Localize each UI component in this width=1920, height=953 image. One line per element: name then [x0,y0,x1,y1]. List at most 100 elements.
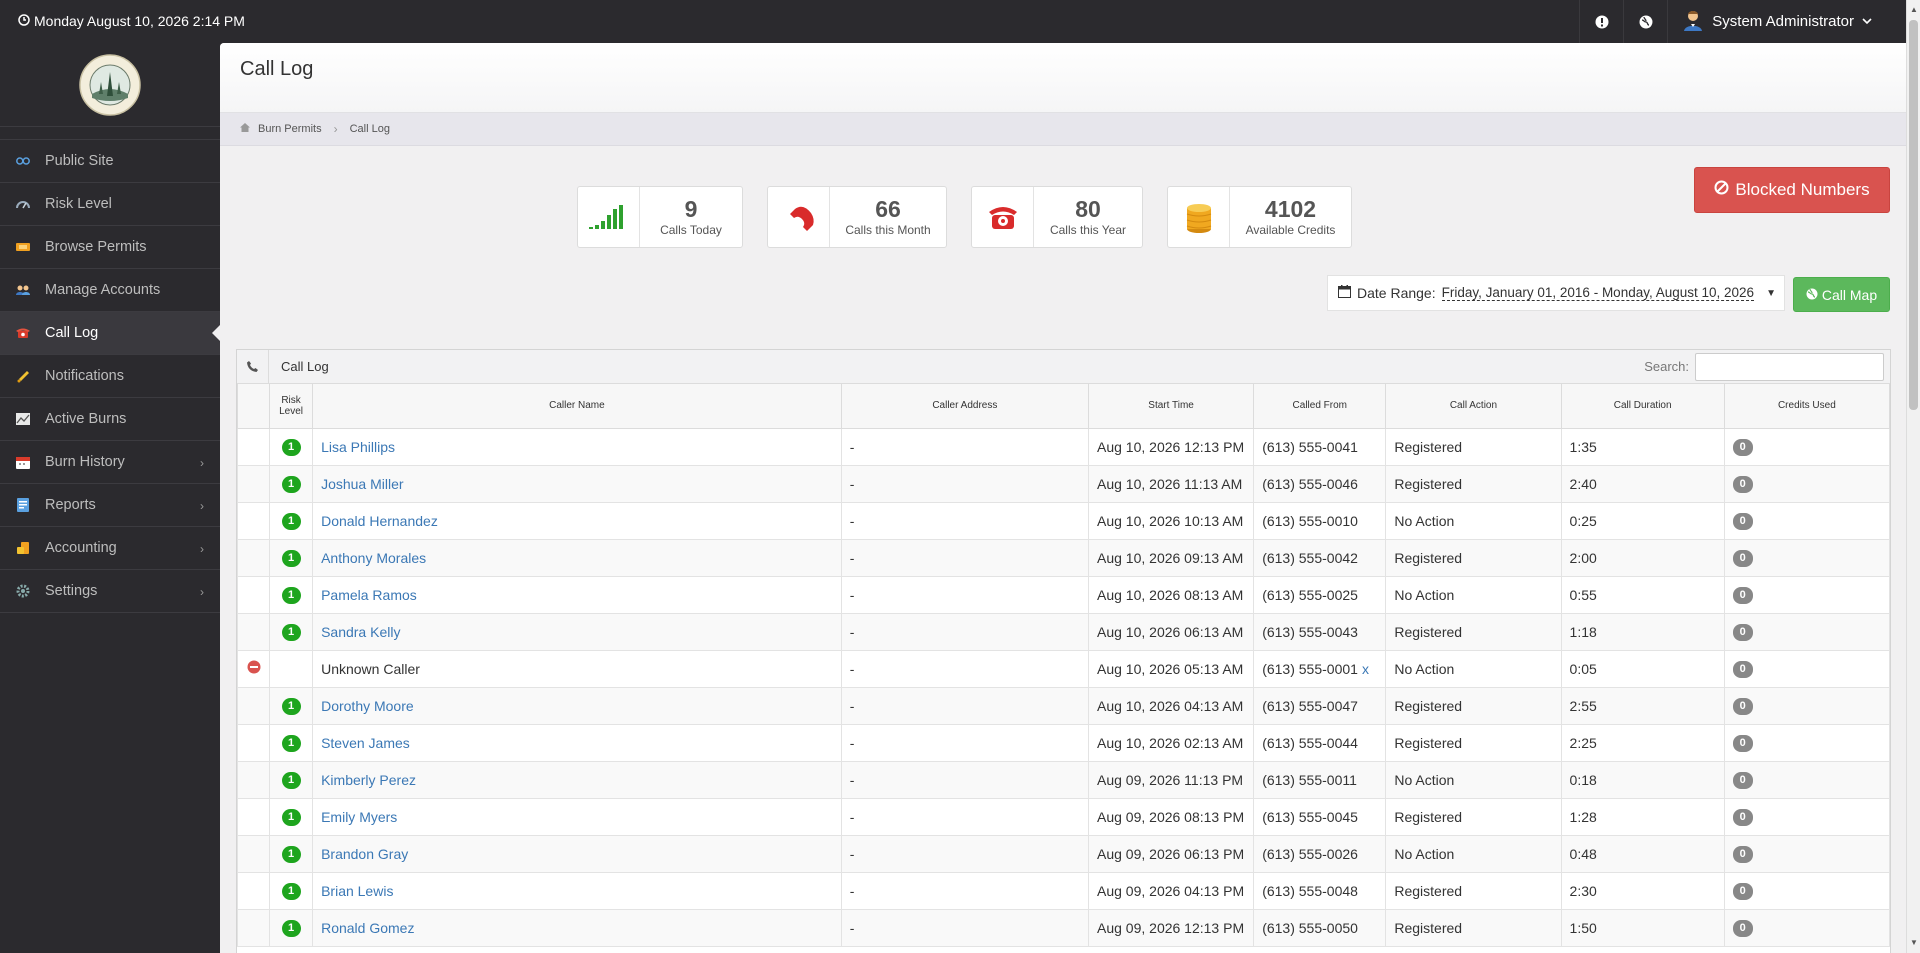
called-from-number: (613) 555-0025 [1262,586,1358,603]
table-row: 1 Ronald Gomez - Aug 09, 2026 12:13 PM (613)… [236,908,1891,947]
caller-name-link[interactable]: Steven James [321,735,410,751]
start-time-cell: Aug 10, 2026 02:13 AM [1087,723,1255,762]
scroll-down-icon[interactable]: ▼ [1907,935,1920,951]
sidebar-item-settings[interactable]: Settings › [0,570,220,613]
start-time-cell: Aug 10, 2026 12:13 PM [1087,427,1255,466]
credits-used-cell: 0 [1723,723,1891,762]
caller-name-link[interactable]: Pamela Ramos [321,587,417,603]
chevron-down-icon [1862,13,1872,30]
caller-name-link[interactable]: Sandra Kelly [321,624,400,640]
credits-used-cell: 0 [1723,427,1891,466]
page-title: Call Log [240,58,314,80]
stat-label: Available Credits [1245,223,1336,237]
risk-cell: 1 [269,723,314,762]
called-from-number: (613) 555-0048 [1262,882,1358,899]
call-duration-cell: 2:25 [1560,723,1725,762]
unblock-link[interactable]: x [1362,661,1369,677]
called-from-number: (613) 555-0047 [1262,697,1358,714]
sidebar-item-reports[interactable]: Reports › [0,484,220,527]
risk-cell: 1 [269,760,314,799]
blocked-caller-icon [247,660,261,677]
alert-icon[interactable] [1579,0,1623,43]
caller-name-link[interactable]: Ronald Gomez [321,920,414,936]
credits-used-cell: 0 [1723,908,1891,947]
column-header[interactable]: Risk Level [269,384,314,429]
blocked-numbers-button[interactable]: Blocked Numbers [1694,167,1890,213]
risk-cell: 1 [269,464,314,503]
phone-handset-icon [768,187,830,247]
date-range-picker[interactable]: Date Range: Friday, January 01, 2016 - M… [1327,275,1785,311]
sidebar-item-label: Active Burns [45,411,127,427]
sidebar-item-burn-history[interactable]: Burn History › [0,441,220,484]
table-row: 1 Donald Hernandez - Aug 10, 2026 10:13 AM (… [236,501,1891,540]
credits-used-cell: 0 [1723,871,1891,910]
caller-name-link[interactable]: Kimberly Perez [321,772,416,788]
table-row: 1 Dorothy Moore - Aug 10, 2026 04:13 AM (613… [236,686,1891,725]
caller-name-cell: Anthony Morales [312,538,842,577]
blocked-cell [236,723,271,762]
breadcrumb-burn-permits[interactable]: Burn Permits [258,123,322,135]
column-header[interactable]: Call Duration [1560,384,1725,429]
sidebar: Public Site Risk Level Browse Permits Ma… [0,43,220,953]
sidebar-item-risk-level[interactable]: Risk Level [0,183,220,226]
search-input[interactable] [1695,352,1884,381]
caller-address-cell: - [840,723,1090,762]
caller-name-link[interactable]: Donald Hernandez [321,513,438,529]
township-logo[interactable] [79,53,141,116]
date-range-value: Friday, January 01, 2016 - Monday, Augus… [1441,285,1755,301]
sidebar-item-active-burns[interactable]: Active Burns [0,398,220,441]
call-action-cell: No Action [1385,501,1562,540]
credits-badge: 0 [1732,882,1753,900]
page-scrollbar[interactable]: ▲ ▼ [1906,0,1920,953]
credits-badge: 0 [1732,475,1753,493]
caller-name-link[interactable]: Emily Myers [321,809,397,825]
credits-used-cell: 0 [1723,797,1891,836]
user-name: System Administrator [1712,13,1854,30]
caller-name-link[interactable]: Dorothy Moore [321,698,414,714]
signal-bars-icon [578,187,640,247]
column-header[interactable]: Call Action [1385,384,1562,429]
user-menu[interactable]: System Administrator [1667,0,1876,43]
start-time-cell: Aug 09, 2026 08:13 PM [1087,797,1255,836]
risk-badge: 1 [281,697,301,715]
table-row: Unknown Caller - Aug 10, 2026 05:13 AM (613… [236,649,1891,688]
caller-name-link[interactable]: Brandon Gray [321,846,408,862]
sidebar-item-notifications[interactable]: Notifications [0,355,220,398]
blocked-numbers-label: Blocked Numbers [1735,180,1870,199]
scroll-up-icon[interactable]: ▲ [1907,2,1920,18]
coins-icon [1168,187,1230,247]
sidebar-item-accounting[interactable]: Accounting › [0,527,220,570]
column-header[interactable]: Called From [1253,384,1387,429]
risk-badge: 1 [281,512,301,530]
column-header[interactable]: Caller Name [312,384,842,429]
stat-label: Calls Today [660,223,722,237]
call-map-label: Call Map [1821,286,1878,303]
link-icon [15,153,31,169]
caller-name-link[interactable]: Anthony Morales [321,550,426,566]
caller-name-cell: Lisa Phillips [312,427,842,466]
column-header[interactable]: Credits Used [1723,384,1891,429]
call-map-button[interactable]: Call Map [1793,277,1890,312]
scrollbar-thumb[interactable] [1909,20,1918,410]
start-time-cell: Aug 09, 2026 04:13 PM [1087,871,1255,910]
sidebar-item-label: Risk Level [45,196,112,212]
sidebar-item-browse-permits[interactable]: Browse Permits [0,226,220,269]
sidebar-item-public-site[interactable]: Public Site [0,140,220,183]
globe-icon[interactable] [1623,0,1667,43]
table-search: Search: [1644,352,1890,381]
caller-name-link[interactable]: Lisa Phillips [321,439,395,455]
call-action-cell: Registered [1385,427,1562,466]
stat-label: Calls this Year [1049,223,1127,237]
stat-calls-today: 9 Calls Today [577,186,743,248]
caller-name-link[interactable]: Joshua Miller [321,476,403,492]
risk-cell: 1 [269,612,314,651]
column-header[interactable]: Caller Address [840,384,1090,429]
called-from-cell: (613) 555-0043 [1253,612,1387,651]
blocked-cell [236,797,271,836]
sidebar-item-label: Settings [45,583,98,599]
call-duration-cell: 0:18 [1560,760,1725,799]
caller-name-link[interactable]: Brian Lewis [321,883,393,899]
sidebar-item-manage-accounts[interactable]: Manage Accounts [0,269,220,312]
sidebar-item-call-log[interactable]: Call Log [0,312,220,355]
column-header[interactable]: Start Time [1087,384,1255,429]
